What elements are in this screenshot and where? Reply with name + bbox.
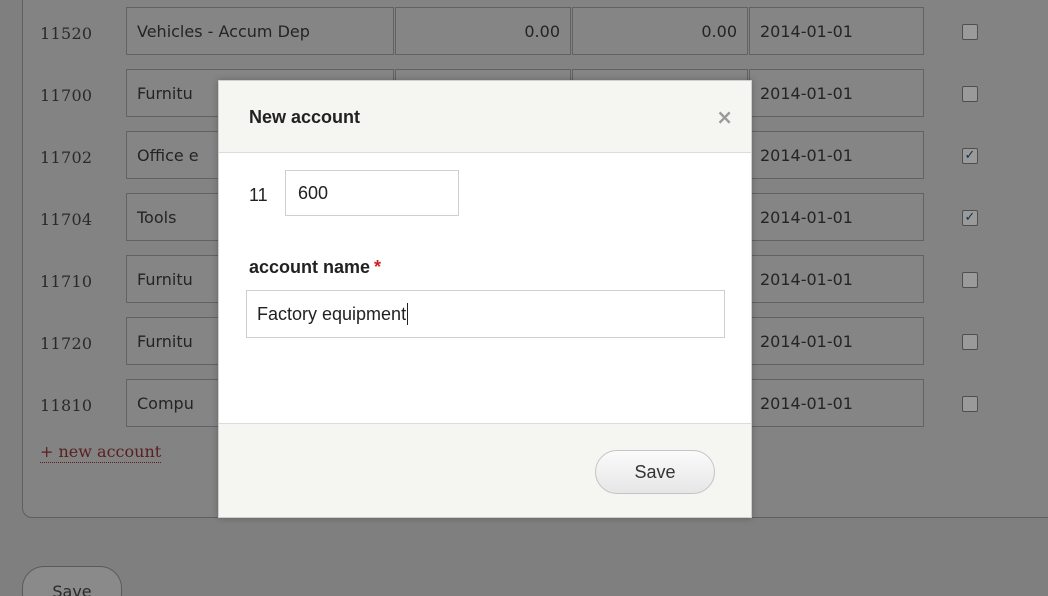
account-code: 11710 — [40, 272, 93, 291]
date-cell[interactable]: 2014-01-01 — [749, 131, 924, 179]
date-cell[interactable]: 2014-01-01 — [749, 379, 924, 427]
account-code: 11704 — [40, 210, 93, 229]
row-checkbox[interactable] — [962, 334, 978, 350]
page-save-button[interactable]: Save — [22, 566, 122, 596]
account-code: 11810 — [40, 396, 93, 415]
save-button[interactable]: Save — [595, 450, 715, 494]
row-checkbox[interactable] — [962, 272, 978, 288]
row-checkbox[interactable] — [962, 24, 978, 40]
account-name-value: Factory equipment — [257, 303, 407, 324]
modal-title: New account — [249, 107, 361, 127]
account-code: 11702 — [40, 148, 93, 167]
modal-header: New account × — [219, 81, 751, 153]
debit-cell[interactable]: 0.00 — [395, 7, 571, 55]
page: 11520 Vehicles - Accum Dep 0.00 0.00 2014-01… — [0, 0, 1048, 596]
account-code: 11700 — [40, 86, 93, 105]
account-code: 11520 — [40, 24, 93, 43]
date-cell[interactable]: 2014-01-01 — [749, 193, 924, 241]
account-code-prefix: 11 — [249, 185, 268, 205]
date-cell[interactable]: 2014-01-01 — [749, 317, 924, 365]
row-checkbox[interactable]: ✓ — [962, 210, 978, 226]
account-name-input[interactable]: Factory equipment — [246, 290, 725, 338]
account-name-label: account name * — [249, 257, 381, 278]
close-icon[interactable]: × — [716, 105, 733, 129]
date-cell[interactable]: 2014-01-01 — [749, 69, 924, 117]
row-checkbox[interactable] — [962, 86, 978, 102]
account-name-cell[interactable]: Vehicles - Accum Dep — [126, 7, 394, 55]
account-code: 11720 — [40, 334, 93, 353]
table-row: 11520 Vehicles - Accum Dep 0.00 0.00 2014-01… — [0, 0, 1048, 62]
credit-cell[interactable]: 0.00 — [572, 7, 748, 55]
account-code-value: 600 — [298, 182, 329, 203]
date-cell[interactable]: 2014-01-01 — [749, 7, 924, 55]
account-code-input[interactable]: 600 — [285, 170, 459, 216]
row-checkbox[interactable] — [962, 396, 978, 412]
new-account-modal: New account × 11 600 account name * Facto… — [218, 80, 752, 518]
account-name-label-text: account name — [249, 257, 371, 277]
modal-footer: Save — [219, 423, 751, 517]
required-marker: * — [374, 257, 382, 277]
date-cell[interactable]: 2014-01-01 — [749, 255, 924, 303]
new-account-link[interactable]: + new account — [40, 442, 162, 463]
text-caret — [407, 303, 409, 325]
row-checkbox[interactable]: ✓ — [962, 148, 978, 164]
